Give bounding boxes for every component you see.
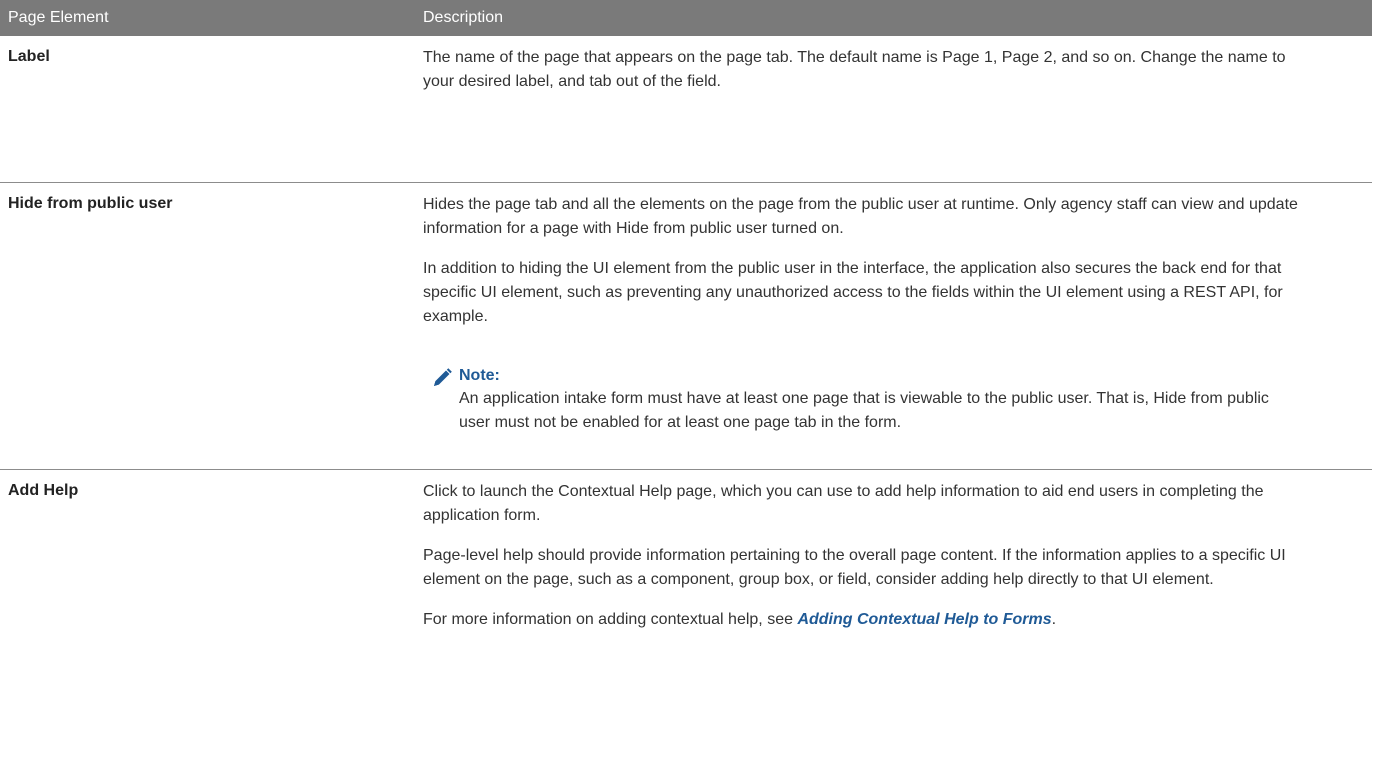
table-row-add-help: Add Help Click to launch the Contextual … [0,470,1372,776]
description-paragraph: Page-level help should provide informati… [423,547,1286,588]
row-label-text: Label [8,48,50,65]
table-row-hide-from-public-user: Hide from public user Hides the page tab… [0,183,1372,470]
header-page-element: Page Element [8,9,109,26]
note-box: Note: An application intake form must ha… [423,365,1303,435]
note-text: An application intake form must have at … [459,390,1269,431]
adding-contextual-help-link[interactable]: Adding Contextual Help to Forms [797,611,1051,628]
description-paragraph: In addition to hiding the UI element fro… [423,260,1283,325]
description-paragraph-with-link: For more information on adding contextua… [423,608,1303,632]
link-suffix: . [1051,611,1057,628]
row-description: Click to launch the Contextual Help page… [423,480,1303,648]
note-title: Note: [459,367,500,384]
row-label-text: Add Help [8,482,79,499]
description-paragraph: Click to launch the Contextual Help page… [423,483,1264,524]
row-description: The name of the page that appears on the… [423,46,1303,110]
table-row-label: Label The name of the page that appears … [0,36,1372,183]
link-prefix: For more information on adding contextua… [423,611,798,628]
row-description: Hides the page tab and all the elements … [423,193,1303,435]
description-paragraph: Hides the page tab and all the elements … [423,196,1298,237]
row-label-text: Hide from public user [8,195,173,212]
pencil-icon [431,367,453,389]
header-description: Description [423,9,504,26]
table-header-row: Page Element Description [0,0,1372,36]
page-element-table: Page Element Description Label The name … [0,0,1372,776]
description-paragraph: The name of the page that appears on the… [423,49,1286,90]
